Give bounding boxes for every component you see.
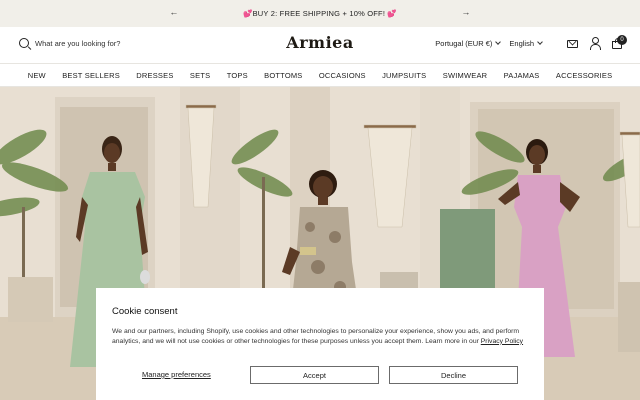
cart-count-badge: 0: [617, 34, 627, 45]
cookie-actions: Manage preferences Accept Decline: [112, 366, 528, 384]
cookie-consent-dialog: Cookie consent We and our partners, incl…: [96, 288, 544, 400]
nav-item-tops[interactable]: TOPS: [227, 71, 248, 80]
chevron-down-icon: [537, 38, 543, 45]
header-actions: Portugal (EUR €) English 0: [435, 34, 627, 50]
search-bar[interactable]: [19, 38, 155, 48]
nav-item-pajamas[interactable]: PAJAMAS: [504, 71, 540, 80]
country-label: Portugal (EUR €): [435, 38, 493, 48]
nav-item-sets[interactable]: SETS: [190, 71, 210, 80]
nav-item-jumpsuits[interactable]: JUMPSUITS: [382, 71, 426, 80]
mail-icon[interactable]: [567, 39, 578, 48]
nav-item-accessories[interactable]: ACCESSORIES: [556, 71, 612, 80]
manage-preferences-link[interactable]: Manage preferences: [142, 370, 211, 379]
search-icon[interactable]: [19, 38, 29, 48]
language-label: English: [509, 38, 534, 48]
country-selector[interactable]: Portugal (EUR €): [435, 38, 502, 48]
nav-item-bottoms[interactable]: BOTTOMS: [264, 71, 302, 80]
privacy-policy-link[interactable]: Privacy Policy: [481, 338, 523, 345]
cookie-body: We and our partners, including Shopify, …: [112, 327, 528, 346]
arrow-right-icon[interactable]: →: [459, 7, 473, 17]
language-selector[interactable]: English: [509, 38, 543, 48]
announcement-message[interactable]: 💕BUY 2: FREE SHIPPING + 10% OFF! 💕: [243, 9, 397, 18]
nav-item-dresses[interactable]: DRESSES: [136, 71, 173, 80]
cookie-body-text: We and our partners, including Shopify, …: [112, 328, 520, 345]
site-header: Armiea Portugal (EUR €) English 0: [0, 27, 640, 63]
cart-icon[interactable]: 0: [612, 34, 627, 49]
cookie-title: Cookie consent: [112, 306, 178, 317]
nav-item-best-sellers[interactable]: BEST SELLERS: [62, 71, 120, 80]
main-nav: NEW BEST SELLERS DRESSES SETS TOPS BOTTO…: [0, 63, 640, 87]
chevron-down-icon: [495, 38, 502, 45]
logo[interactable]: Armiea: [286, 33, 353, 52]
nav-item-occasions[interactable]: OCCASIONS: [319, 71, 366, 80]
arrow-left-icon[interactable]: ←: [167, 7, 181, 17]
search-input[interactable]: [35, 38, 155, 48]
decline-button[interactable]: Decline: [389, 366, 518, 384]
account-icon[interactable]: [589, 37, 601, 50]
accept-button[interactable]: Accept: [250, 366, 379, 384]
nav-item-new[interactable]: NEW: [28, 71, 46, 80]
nav-item-swimwear[interactable]: SWIMWEAR: [443, 71, 488, 80]
announcement-bar: ← 💕BUY 2: FREE SHIPPING + 10% OFF! 💕 →: [0, 0, 640, 27]
